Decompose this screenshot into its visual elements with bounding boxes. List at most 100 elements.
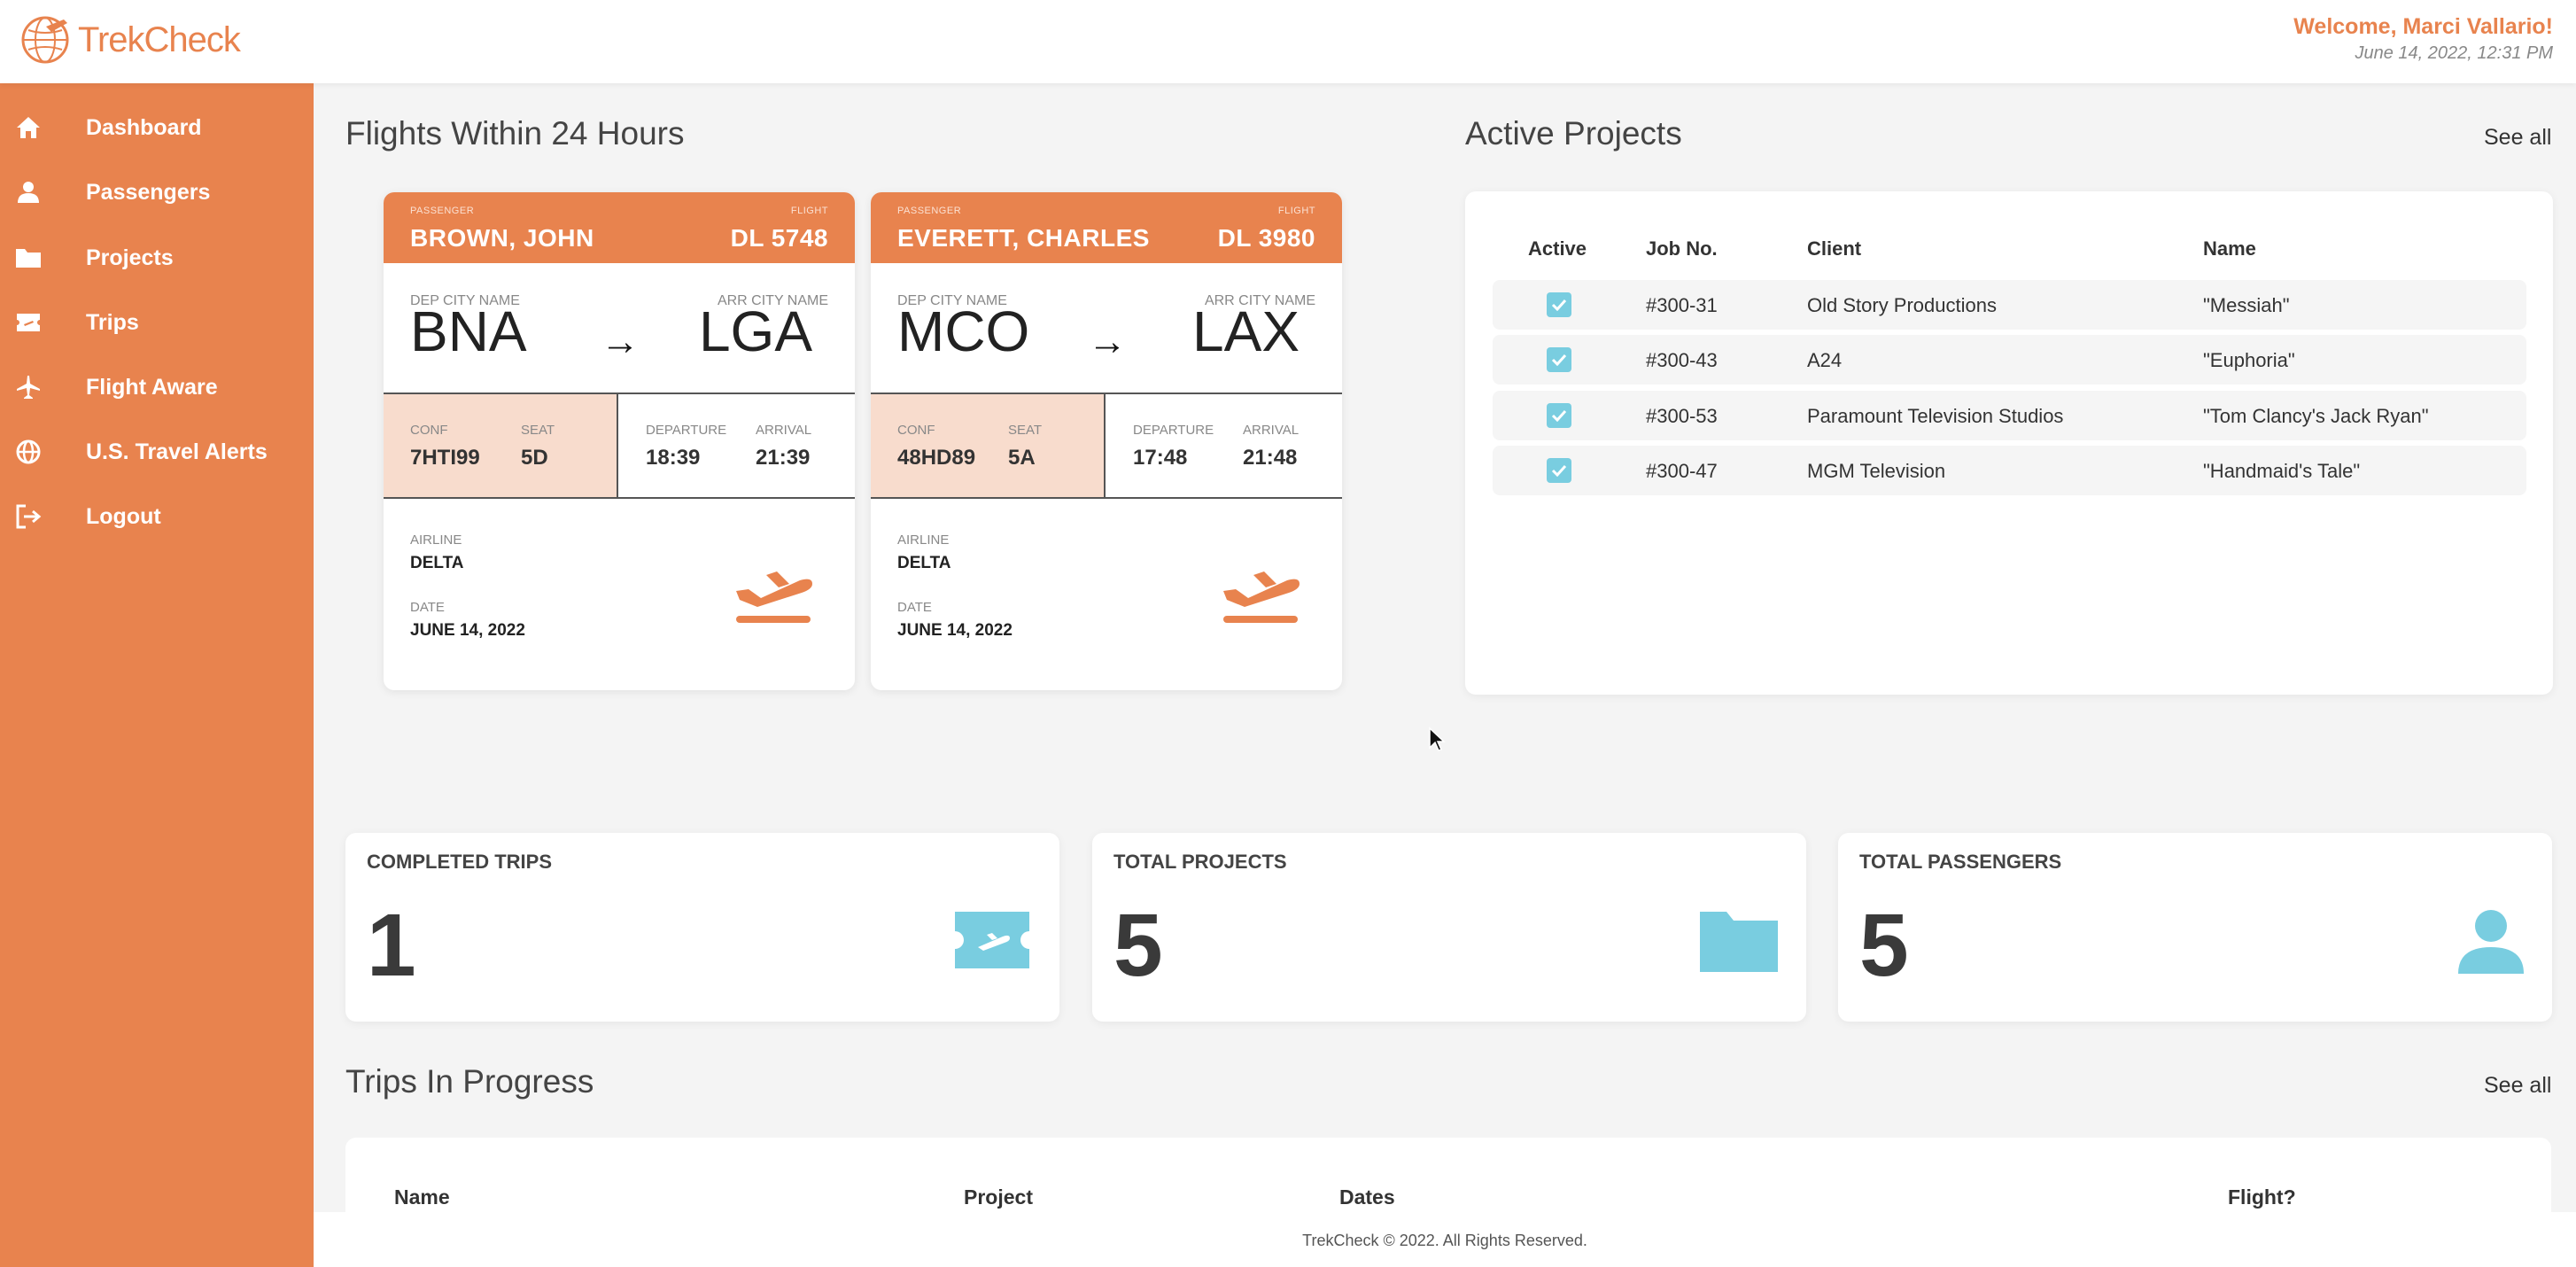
flight-number: DL 5748 <box>730 224 828 252</box>
column-header-dates[interactable]: Dates <box>1339 1185 1395 1209</box>
stat-card-total-projects[interactable]: TOTAL PROJECTS 5 <box>1092 833 1806 1022</box>
sidebar-item-projects[interactable]: Projects <box>0 231 314 284</box>
sidebar-item-logout[interactable]: Logout <box>0 490 314 543</box>
project-name: "Euphoria" <box>2203 349 2295 371</box>
table-row[interactable]: #300-47 MGM Television "Handmaid's Tale" <box>1493 446 2526 495</box>
active-checkbox[interactable] <box>1547 403 1571 428</box>
globe-plane-logo-icon <box>21 16 69 64</box>
stat-label: TOTAL PASSENGERS <box>1859 851 2062 873</box>
table-row[interactable]: #300-53 Paramount Television Studios "To… <box>1493 391 2526 440</box>
table-row[interactable]: #300-31 Old Story Productions "Messiah" <box>1493 280 2526 330</box>
client-name: Old Story Productions <box>1807 294 1997 316</box>
booking-details: CONF 48HD89 SEAT 5A <box>871 394 1106 497</box>
arrival-time: 21:39 <box>756 446 811 470</box>
airline-name: DELTA <box>410 554 464 572</box>
sidebar-item-dashboard[interactable]: Dashboard <box>0 101 314 154</box>
flight-card[interactable]: PASSENGER EVERETT, CHARLES FLIGHT DL 398… <box>871 192 1342 690</box>
app-logo[interactable]: TrekCheck <box>19 14 241 66</box>
welcome-text: Welcome, Marci Vallario! <box>2293 14 2553 39</box>
project-name: "Tom Clancy's Jack Ryan" <box>2203 405 2429 427</box>
column-header-name[interactable]: Name <box>2203 237 2256 260</box>
sidebar: Dashboard Passengers Projects Trips Flig… <box>0 83 314 1267</box>
globe-icon <box>14 438 43 466</box>
flight-date: JUNE 14, 2022 <box>897 621 1013 640</box>
flight-card[interactable]: PASSENGER BROWN, JOHN FLIGHT DL 5748 DEP… <box>384 192 855 690</box>
column-header-active[interactable]: Active <box>1528 237 1587 260</box>
flight-date: JUNE 14, 2022 <box>410 621 525 640</box>
flight-label: FLIGHT <box>1277 206 1315 216</box>
stat-value: 5 <box>1859 896 1909 995</box>
sidebar-item-label: U.S. Travel Alerts <box>86 439 268 464</box>
mouse-cursor-icon <box>1429 727 1446 751</box>
sidebar-item-flight-aware[interactable]: Flight Aware <box>0 361 314 414</box>
active-checkbox[interactable] <box>1547 292 1571 317</box>
conf-label: CONF <box>410 423 448 438</box>
trips-section-title: Trips In Progress <box>345 1063 594 1100</box>
ticket-icon <box>955 912 1029 968</box>
airplane-icon <box>14 373 43 401</box>
passenger-label: PASSENGER <box>410 206 475 216</box>
stat-value: 5 <box>1113 896 1163 995</box>
flights-section-title: Flights Within 24 Hours <box>345 115 685 152</box>
conf-label: CONF <box>897 423 935 438</box>
project-name: "Messiah" <box>2203 294 2290 316</box>
job-number: #300-47 <box>1646 460 1718 482</box>
projects-section-title: Active Projects <box>1465 115 1682 152</box>
departure-label: DEPARTURE <box>646 423 727 438</box>
flight-route: DEP CITY NAME BNA → ARR CITY NAME LGA <box>384 263 855 393</box>
stat-card-completed-trips[interactable]: COMPLETED TRIPS 1 <box>345 833 1059 1022</box>
passenger-label: PASSENGER <box>897 206 962 216</box>
trips-see-all-link[interactable]: See all <box>2484 1073 2551 1099</box>
app-name: TrekCheck <box>78 19 241 59</box>
flight-card-header: PASSENGER EVERETT, CHARLES FLIGHT DL 398… <box>871 192 1342 263</box>
welcome-block: Welcome, Marci Vallario! June 14, 2022, … <box>2293 14 2553 64</box>
person-icon <box>14 178 43 206</box>
table-row[interactable]: #300-43 A24 "Euphoria" <box>1493 335 2526 385</box>
logout-icon <box>14 502 43 531</box>
column-header-name[interactable]: Name <box>394 1185 450 1209</box>
home-icon <box>14 113 43 142</box>
arrow-right-icon: → <box>601 320 640 363</box>
sidebar-item-label: Dashboard <box>86 114 202 140</box>
active-checkbox[interactable] <box>1547 347 1571 372</box>
client-name: Paramount Television Studios <box>1807 405 2064 427</box>
arr-city: LAX <box>1192 299 1300 363</box>
date-label: DATE <box>897 600 932 615</box>
column-header-project[interactable]: Project <box>964 1185 1033 1209</box>
column-header-job[interactable]: Job No. <box>1646 237 1718 260</box>
projects-panel <box>1465 191 2553 695</box>
client-name: MGM Television <box>1807 460 1946 482</box>
departure-time: 18:39 <box>646 446 701 470</box>
arrival-time: 21:48 <box>1243 446 1298 470</box>
conf-code: 48HD89 <box>897 446 976 470</box>
arrival-label: ARRIVAL <box>1243 423 1300 438</box>
airline-label: AIRLINE <box>410 532 462 548</box>
footer: TrekCheck © 2022. All Rights Reserved. <box>314 1212 2576 1267</box>
folder-icon <box>14 244 43 272</box>
column-header-flight[interactable]: Flight? <box>2228 1185 2296 1209</box>
airline-label: AIRLINE <box>897 532 950 548</box>
active-checkbox[interactable] <box>1547 458 1571 483</box>
flight-details: CONF 48HD89 SEAT 5A DEPARTURE 17:48 ARRI… <box>871 393 1342 499</box>
sidebar-item-label: Trips <box>86 309 139 335</box>
date-label: DATE <box>410 600 445 615</box>
sidebar-item-passengers[interactable]: Passengers <box>0 166 314 219</box>
ticket-icon <box>14 308 43 337</box>
sidebar-item-label: Projects <box>86 245 174 270</box>
flight-details: CONF 7HTI99 SEAT 5D DEPARTURE 18:39 ARRI… <box>384 393 855 499</box>
sidebar-item-label: Flight Aware <box>86 374 218 400</box>
departure-label: DEPARTURE <box>1133 423 1214 438</box>
airplane-takeoff-icon <box>1223 571 1300 623</box>
sidebar-item-travel-alerts[interactable]: U.S. Travel Alerts <box>0 425 314 478</box>
dep-city: BNA <box>410 299 527 363</box>
arr-city: LGA <box>698 299 812 363</box>
projects-see-all-link[interactable]: See all <box>2484 125 2551 151</box>
sidebar-item-trips[interactable]: Trips <box>0 296 314 349</box>
seat-label: SEAT <box>1008 423 1043 438</box>
job-number: #300-53 <box>1646 405 1718 427</box>
arrival-label: ARRIVAL <box>756 423 812 438</box>
stat-card-total-passengers[interactable]: TOTAL PASSENGERS 5 <box>1838 833 2552 1022</box>
trips-panel: Name Project Dates Flight? <box>345 1138 2551 1212</box>
column-header-client[interactable]: Client <box>1807 237 1861 260</box>
passenger-name: EVERETT, CHARLES <box>897 224 1150 252</box>
